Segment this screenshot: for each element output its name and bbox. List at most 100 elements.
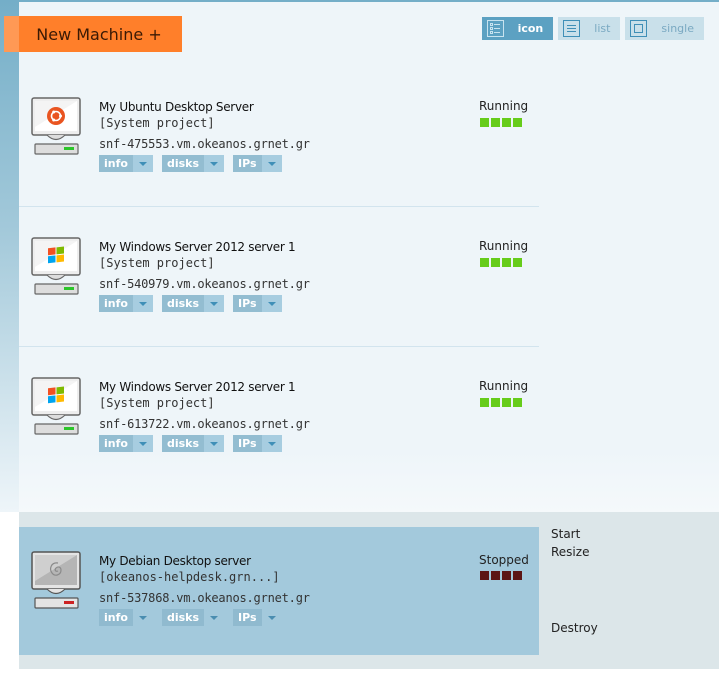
status-bar-segment [502,398,511,407]
ips-label: IPs [233,295,262,312]
status-label: Running [479,99,529,113]
disks-dropdown[interactable]: disks [161,155,225,172]
monitor-icon [31,97,81,155]
chevron-down-icon[interactable] [133,609,153,626]
chevron-down-icon[interactable] [204,155,225,172]
monitor-icon [31,377,81,435]
icon-view-icon [486,20,504,37]
status-indicator [480,258,522,267]
new-machine-label: New Machine + [36,24,162,44]
view-icon-label: icon [517,22,544,35]
view-list-button[interactable]: list [558,17,621,40]
ips-dropdown[interactable]: IPs [233,155,282,172]
ips-dropdown[interactable]: IPs [233,435,282,452]
machine-project: [okeanos-helpdesk.grn...] [99,570,280,584]
status-bar-segment [502,258,511,267]
chevron-down-icon[interactable] [261,295,282,312]
ips-label: IPs [233,435,262,452]
machine-hostname: snf-475553.vm.okeanos.grnet.gr [99,137,310,151]
machine-hostname: snf-613722.vm.okeanos.grnet.gr [99,417,310,431]
view-switcher: icon list single [481,17,704,40]
ips-label: IPs [233,155,262,172]
status-bar-segment [513,398,522,407]
machine-project: [System project] [99,396,215,410]
chevron-down-icon[interactable] [204,609,224,626]
status-label: Running [479,239,529,253]
disks-label: disks [161,609,205,626]
status-indicator [480,118,522,127]
chevron-down-icon[interactable] [262,609,282,626]
machine-card[interactable]: My Windows Server 2012 server 1 [System … [19,207,539,347]
status-bar-segment [513,258,522,267]
monitor-icon [31,551,81,609]
machine-hostname: snf-537868.vm.okeanos.grnet.gr [99,591,310,605]
chevron-down-icon[interactable] [132,295,153,312]
view-single-label: single [661,22,694,35]
resize-action[interactable]: Resize [551,545,589,559]
status-bar-segment [480,118,489,127]
machine-card[interactable]: My Windows Server 2012 server 1 [System … [19,347,539,487]
status-bar-segment [491,571,500,580]
view-list-label: list [594,22,611,35]
ubuntu-logo-icon [47,107,65,125]
single-view-icon [630,20,648,37]
machine-hostname: snf-540979.vm.okeanos.grnet.gr [99,277,310,291]
ips-dropdown[interactable]: IPs [233,609,282,626]
machine-name[interactable]: My Debian Desktop server [99,554,251,568]
info-label: info [99,295,133,312]
view-single-button[interactable]: single [625,17,704,40]
status-bar-segment [513,118,522,127]
status-indicator [480,571,522,580]
button-lip [4,16,19,52]
machine-actions: info disks IPs [99,609,282,626]
chevron-down-icon[interactable] [132,435,153,452]
selected-machine-row: My Debian Desktop server [okeanos-helpde… [19,512,719,669]
machine-actions: info disks IPs [99,155,282,172]
machine-name[interactable]: My Ubuntu Desktop Server [99,100,254,114]
info-label: info [99,155,133,172]
info-label: info [99,435,133,452]
machine-card[interactable]: My Ubuntu Desktop Server [System project… [19,67,539,207]
status-bar-segment [502,571,511,580]
chevron-down-icon[interactable] [204,435,225,452]
machine-actions: info disks IPs [99,435,282,452]
chevron-down-icon[interactable] [204,295,225,312]
sidebar-stripe [0,0,19,512]
status-bar-segment [513,571,522,580]
info-dropdown[interactable]: info [99,155,153,172]
list-view-icon [563,20,581,37]
chevron-down-icon[interactable] [261,155,282,172]
destroy-action[interactable]: Destroy [551,621,598,635]
disks-dropdown[interactable]: disks [161,435,225,452]
new-machine-button[interactable]: New Machine + [4,16,182,52]
chevron-down-icon[interactable] [261,435,282,452]
info-dropdown[interactable]: info [99,295,153,312]
disks-label: disks [161,155,205,172]
status-label: Stopped [479,553,529,567]
machine-name[interactable]: My Windows Server 2012 server 1 [99,380,296,394]
disks-label: disks [161,295,205,312]
info-label: info [99,609,133,626]
start-action[interactable]: Start [551,527,580,541]
machine-project: [System project] [99,256,215,270]
ips-dropdown[interactable]: IPs [233,295,282,312]
ips-label: IPs [233,609,262,626]
status-bar-segment [480,571,489,580]
disks-dropdown[interactable]: disks [161,609,224,626]
status-bar-segment [480,258,489,267]
info-dropdown[interactable]: info [99,435,153,452]
status-bar-segment [491,118,500,127]
machine-project: [System project] [99,116,215,130]
view-icon-button[interactable]: icon [481,17,554,40]
chevron-down-icon[interactable] [132,155,153,172]
machine-name[interactable]: My Windows Server 2012 server 1 [99,240,296,254]
status-bar-segment [502,118,511,127]
info-dropdown[interactable]: info [99,609,153,626]
status-bar-segment [491,258,500,267]
machine-actions: info disks IPs [99,295,282,312]
disks-label: disks [161,435,205,452]
status-bar-segment [480,398,489,407]
disks-dropdown[interactable]: disks [161,295,225,312]
status-label: Running [479,379,529,393]
machine-card-selected[interactable]: My Debian Desktop server [okeanos-helpde… [19,527,539,655]
